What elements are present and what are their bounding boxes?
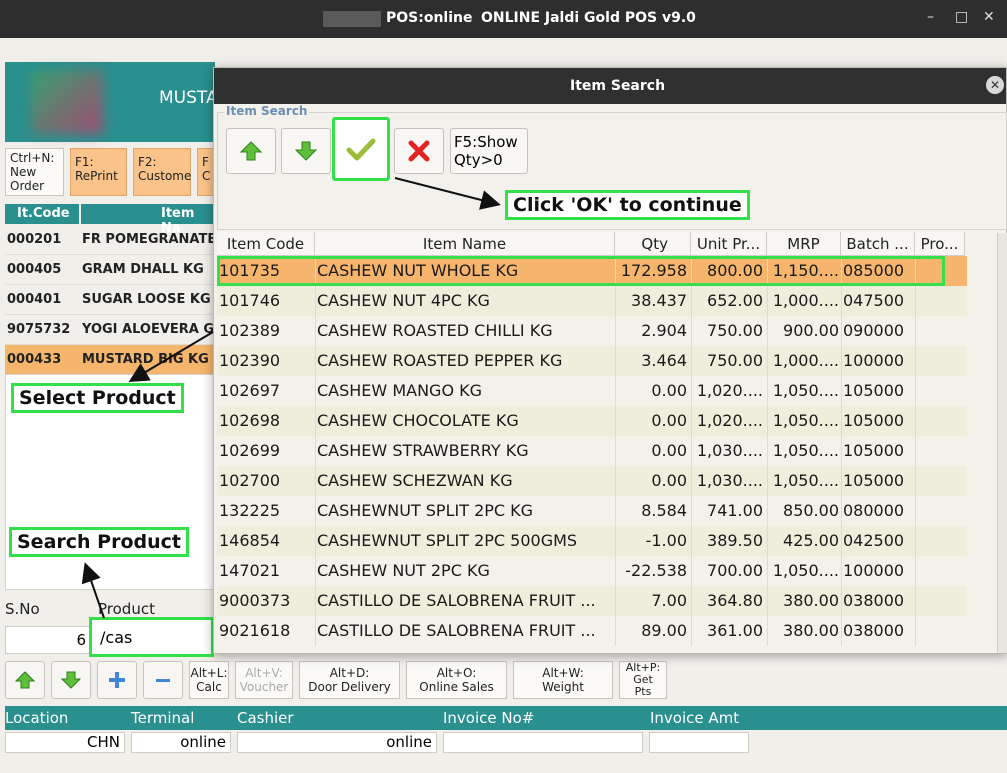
arrow-to-search-product	[81, 562, 105, 619]
annotation-arrows	[81, 177, 501, 619]
arrow-to-select-product	[128, 331, 214, 383]
arrow-to-click-ok	[394, 177, 501, 210]
